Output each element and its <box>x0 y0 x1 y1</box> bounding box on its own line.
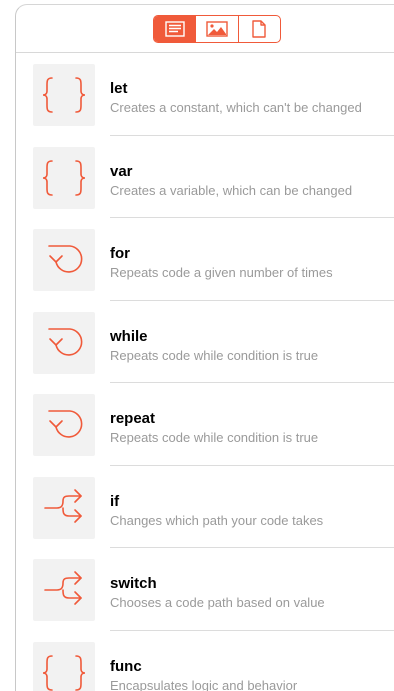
document-icon <box>252 20 267 38</box>
text-lines-icon <box>164 21 185 37</box>
loop-arrow-icon <box>33 229 95 291</box>
snippet-item-repeat[interactable]: repeat Repeats code while condition is tr… <box>16 383 394 466</box>
snippet-name: repeat <box>110 410 156 427</box>
snippet-item-let[interactable]: let Creates a constant, which can't be ch… <box>16 53 394 136</box>
snippet-item-switch[interactable]: switch Chooses a code path based on value <box>16 548 394 631</box>
snippet-item-func[interactable]: func Encapsulates logic and behavior <box>16 631 394 691</box>
braces-icon <box>33 64 95 126</box>
braces-icon <box>33 146 95 209</box>
loop-arrow-icon <box>33 394 95 456</box>
snippet-name: if <box>110 492 120 510</box>
snippet-name: while <box>110 327 148 345</box>
snippet-name: func <box>110 657 142 675</box>
library-toolbar <box>16 5 394 53</box>
snippet-item-for[interactable]: for Repeats code a given number of times <box>16 218 394 301</box>
snippet-name: switch <box>110 575 157 592</box>
code-snippets-tab[interactable] <box>154 16 196 42</box>
snippet-item-while[interactable]: while Repeats code while condition is tru… <box>16 301 394 383</box>
snippet-description: Changes which path your code takes <box>110 512 324 528</box>
image-icon <box>206 21 228 37</box>
images-tab[interactable] <box>195 16 237 42</box>
library-type-segmented-control <box>153 15 281 43</box>
snippet-item-var[interactable]: var Creates a variable, which can be chan… <box>16 136 394 218</box>
snippet-description: Repeats code a given number of times <box>110 265 333 280</box>
snippet-name: var <box>110 162 133 180</box>
files-tab[interactable] <box>237 16 280 42</box>
snippet-description: Creates a variable, which can be changed <box>110 182 353 198</box>
snippet-description: Creates a constant, which can't be chang… <box>110 100 362 115</box>
snippet-description: Chooses a code path based on value <box>110 595 325 610</box>
snippet-list: let Creates a constant, which can't be ch… <box>16 53 394 691</box>
snippet-description: Encapsulates logic and behavior <box>110 677 298 691</box>
snippet-library-panel: let Creates a constant, which can't be ch… <box>15 4 394 691</box>
snippet-item-if[interactable]: if Changes which path your code takes <box>16 466 394 548</box>
snippet-name: for <box>110 245 130 262</box>
snippet-description: Repeats code while condition is true <box>110 430 319 445</box>
branch-arrow-icon <box>33 559 95 621</box>
loop-arrow-icon <box>33 311 95 374</box>
snippet-name: let <box>110 80 128 97</box>
branch-arrow-icon <box>33 476 95 539</box>
snippet-description: Repeats code while condition is true <box>110 347 319 363</box>
braces-icon <box>33 641 95 691</box>
